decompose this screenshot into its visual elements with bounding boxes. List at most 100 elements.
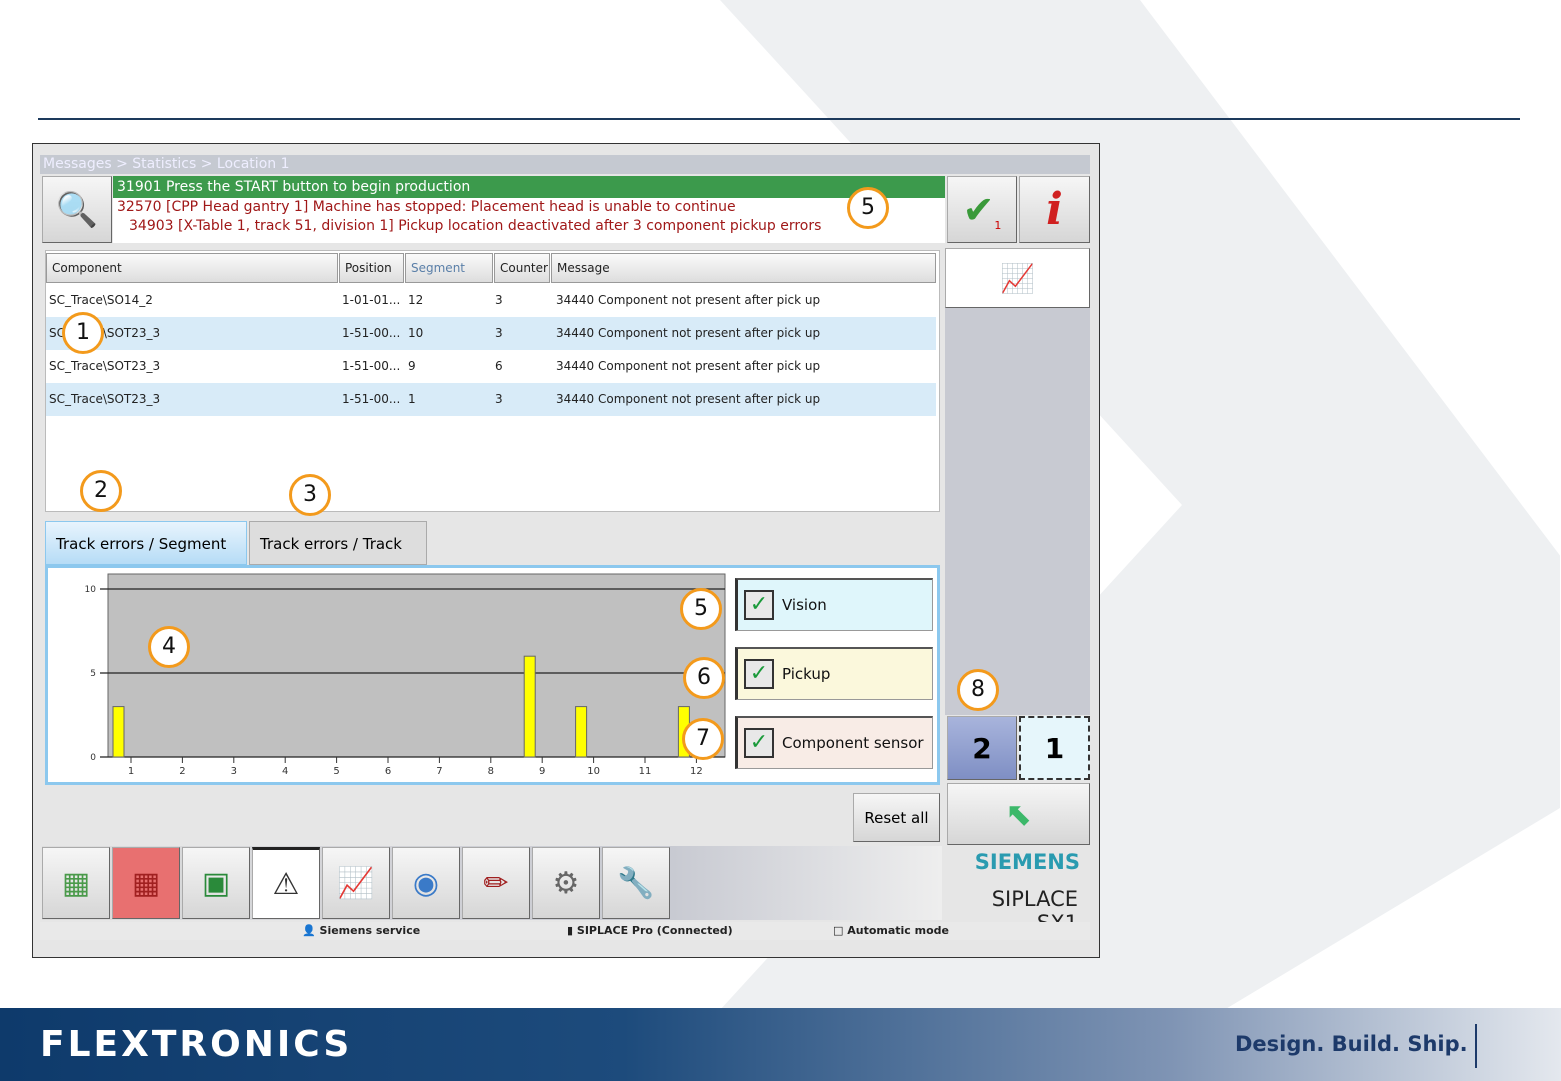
- column-header-message[interactable]: Message: [551, 253, 936, 283]
- flextronics-logo: FLEXTRONICS: [40, 1024, 353, 1065]
- acknowledge-button[interactable]: ✔ 1: [947, 176, 1017, 243]
- breadcrumb: Messages > Statistics > Location 1: [40, 155, 1090, 174]
- table-row[interactable]: SC_Trace\SOT23_3 1-51-00... 10 3 34440 Compo…: [46, 317, 936, 350]
- tab-track-errors-track[interactable]: Track errors / Track: [249, 521, 427, 565]
- column-header-counter[interactable]: Counter: [494, 253, 550, 283]
- arrow-icon: ⬉: [1005, 795, 1032, 833]
- tools-icon: 🔧: [617, 865, 655, 901]
- x-tick-label: 8: [488, 766, 494, 777]
- error-table: Component Position Segment Counter Messa…: [45, 250, 940, 512]
- checkbox-icon: ✓: [744, 590, 774, 620]
- filter-checkbox-vision[interactable]: ✓ Vision: [735, 578, 933, 631]
- filter-label: Pickup: [782, 665, 831, 683]
- reset-all-button[interactable]: Reset all: [853, 793, 940, 842]
- toolbar-button-component-grid[interactable]: ▦: [112, 847, 180, 919]
- error-message: 32570 [CPP Head gantry 1] Machine has st…: [117, 199, 736, 215]
- bar-segment-10: [575, 706, 588, 758]
- filter-checkbox-component-sensor[interactable]: ✓ Component sensor: [735, 716, 933, 769]
- status-user-text: Siemens service: [319, 924, 421, 937]
- x-tick-label: 7: [436, 766, 442, 777]
- filter-label: Component sensor: [782, 734, 924, 752]
- table-cell: 34440 Component not present after pick u…: [556, 326, 821, 340]
- track-error-chart: 05101 2 3 4 5 6 7 8 9 10 11 12: [85, 573, 726, 777]
- filter-checkbox-pickup[interactable]: ✓ Pickup: [735, 647, 933, 700]
- statistics-view-button[interactable]: 📈: [945, 248, 1090, 308]
- column-header-component[interactable]: Component: [46, 253, 338, 283]
- table-row[interactable]: SC_Trace\SOT23_3 1-51-00... 9 6 34440 Compon…: [46, 350, 936, 383]
- toolbar-button-camera[interactable]: ◉: [392, 847, 460, 919]
- ack-count: 1: [994, 219, 1002, 232]
- annotation-marker: 1: [62, 312, 104, 354]
- view-1-button[interactable]: 1: [1019, 716, 1090, 780]
- divider: [1475, 1024, 1477, 1068]
- y-tick-label: 0: [90, 753, 96, 763]
- table-cell: 3: [495, 293, 503, 307]
- toolbar-button-manual-settings[interactable]: ⚙: [532, 847, 600, 919]
- message-area[interactable]: 31901 Press the START button to begin pr…: [113, 176, 945, 243]
- x-tick-label: 11: [639, 766, 652, 777]
- info-button[interactable]: i: [1019, 176, 1090, 243]
- status-mode-text: Automatic mode: [847, 924, 950, 937]
- siemens-logo: SIEMENS: [974, 850, 1080, 874]
- status-bar: 👤 Siemens service ▮ SIPLACE Pro (Connect…: [40, 922, 1090, 940]
- x-tick-label: 3: [231, 766, 237, 777]
- toolbar-button-board[interactable]: ▣: [182, 847, 250, 919]
- checkbox-icon: ✓: [744, 659, 774, 689]
- annotation-marker: 6: [683, 657, 725, 699]
- status-mode: □ Automatic mode: [833, 924, 950, 937]
- table-cell: 3: [495, 392, 503, 406]
- status-user: 👤 Siemens service: [302, 924, 421, 937]
- table-cell: 1-51-00...: [342, 359, 401, 373]
- title-rule: [38, 118, 1520, 120]
- annotation-marker: 8: [957, 669, 999, 711]
- table-cell: SC_Trace\SO14_2: [49, 293, 153, 307]
- y-tick-label: 5: [90, 669, 96, 679]
- x-tick-label: 4: [282, 766, 288, 777]
- x-tick-label: 5: [333, 766, 339, 777]
- table-cell: 12: [408, 293, 424, 307]
- toolbar-button-tools[interactable]: 🔧: [602, 847, 670, 919]
- status-message: 31901 Press the START button to begin pr…: [113, 176, 945, 198]
- camera-icon: ◉: [412, 865, 440, 901]
- column-header-position[interactable]: Position: [339, 253, 404, 283]
- table-row[interactable]: SC_Trace\SOT23_3 1-51-00... 1 3 34440 Compon…: [46, 383, 936, 416]
- toolbar-button-feeder[interactable]: ▦: [42, 847, 110, 919]
- info-icon: i: [1046, 184, 1063, 235]
- column-header-segment[interactable]: Segment: [405, 253, 493, 283]
- toolbar-button-statistics-chart[interactable]: 📈: [322, 847, 390, 919]
- table-cell: 1-51-00...: [342, 326, 401, 340]
- toolbar-button-messages[interactable]: ⚠: [252, 847, 320, 919]
- table-row[interactable]: SC_Trace\SO14_2 1-01-01... 12 3 34440 Compon…: [46, 284, 936, 317]
- message-chart-icon: 📈: [1000, 261, 1035, 295]
- annotation-marker: 7: [682, 718, 724, 760]
- x-tick-label: 1: [128, 766, 134, 777]
- messages-icon: ⚠: [272, 866, 300, 902]
- nozzle-icon: ✏: [483, 865, 509, 901]
- status-connection-text: SIPLACE Pro (Connected): [576, 924, 733, 937]
- plot-area: [107, 573, 726, 758]
- table-cell: 3: [495, 326, 503, 340]
- tab-track-errors-segment[interactable]: Track errors / Segment: [45, 521, 247, 565]
- annotation-marker: 3: [289, 474, 331, 516]
- bar-segment-1: [112, 706, 125, 758]
- statistics-chart-icon: 📈: [337, 865, 375, 901]
- x-tick-label: 2: [179, 766, 185, 777]
- table-cell: 34440 Component not present after pick u…: [556, 392, 821, 406]
- table-cell: SC_Trace\SOT23_3: [49, 359, 161, 373]
- toolbar-button-nozzle[interactable]: ✏: [462, 847, 530, 919]
- slogan: Design. Build. Ship.: [1235, 1032, 1468, 1056]
- navigate-button[interactable]: ⬉: [947, 783, 1090, 845]
- status-connection: ▮ SIPLACE Pro (Connected): [567, 924, 733, 937]
- search-button[interactable]: 🔍: [42, 176, 112, 243]
- view-2-button[interactable]: 2: [947, 716, 1017, 780]
- feeder-icon: ▦: [61, 865, 91, 901]
- checkmark-icon: ✔: [962, 187, 995, 232]
- table-cell: 10: [408, 326, 424, 340]
- table-cell: 1-01-01...: [342, 293, 401, 307]
- annotation-marker: 5: [847, 187, 889, 229]
- x-tick-label: 10: [587, 766, 600, 777]
- annotation-marker: 4: [148, 626, 190, 668]
- annotation-marker: 5: [680, 588, 722, 630]
- table-cell: 1: [408, 392, 416, 406]
- x-tick-label: 12: [690, 766, 703, 777]
